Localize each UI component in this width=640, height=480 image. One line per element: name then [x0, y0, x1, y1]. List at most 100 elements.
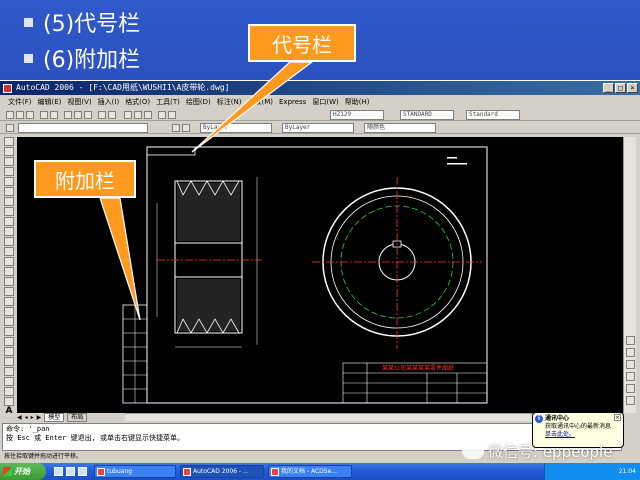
cut-icon[interactable] — [64, 111, 72, 119]
gradient-icon[interactable] — [4, 287, 14, 296]
dim-radius-icon[interactable] — [626, 360, 635, 369]
taskbar-item-label: AutoCAD 2006 - ... — [193, 468, 249, 475]
window-controls: _ □ × — [603, 83, 638, 93]
insert-block-icon[interactable] — [4, 247, 14, 256]
clock[interactable]: 21:04 — [619, 468, 636, 475]
tab-next-arrow[interactable]: ▸ — [31, 414, 34, 421]
menu-help[interactable]: 帮助(H) — [345, 96, 370, 108]
taskbar: 开始 tubuang AutoCAD 2006 - ... 我的文档 - ACD… — [0, 463, 640, 480]
menu-file[interactable]: 文件(F) — [8, 96, 32, 108]
revcloud-icon[interactable] — [4, 207, 14, 216]
point-icon[interactable] — [4, 267, 14, 276]
line-icon[interactable] — [4, 137, 14, 146]
layer-select[interactable] — [18, 123, 148, 133]
linetype-select[interactable]: ByLayer — [282, 123, 354, 133]
print-icon[interactable] — [40, 111, 48, 119]
bullet-text: (5)代号栏 — [43, 12, 141, 37]
layer-manager-icon[interactable] — [6, 124, 14, 132]
text-style-select[interactable]: HZ129 — [330, 110, 384, 120]
polyline-icon[interactable] — [4, 157, 14, 166]
trim-icon[interactable] — [4, 397, 14, 406]
design-center-icon[interactable] — [168, 111, 176, 119]
taskbar-item-label: tubuang — [107, 468, 133, 475]
minimize-button[interactable]: _ — [603, 83, 614, 93]
properties-icon[interactable] — [158, 111, 166, 119]
copy-object-icon[interactable] — [4, 327, 14, 336]
layer-previous-icon[interactable] — [182, 124, 190, 132]
menu-view[interactable]: 视图(V) — [67, 96, 91, 108]
make-current-icon[interactable] — [172, 124, 180, 132]
scale-icon[interactable] — [4, 387, 14, 396]
dim-aligned-icon[interactable] — [626, 348, 635, 357]
zoom-window-icon[interactable] — [144, 111, 152, 119]
menu-edit[interactable]: 编辑(E) — [38, 96, 62, 108]
pan-icon[interactable] — [124, 111, 132, 119]
move-icon[interactable] — [4, 367, 14, 376]
quicklaunch-desktop-icon[interactable] — [66, 467, 75, 476]
dim-angle-icon[interactable] — [626, 384, 635, 393]
wechat-watermark: 微信号: eppeople — [462, 440, 612, 462]
region-icon[interactable] — [4, 297, 14, 306]
menu-format[interactable]: 格式(O) — [125, 96, 150, 108]
quicklaunch-ie-icon[interactable] — [54, 467, 63, 476]
taskbar-item-acdsee[interactable]: 我的文档 - ACDSe... — [268, 465, 352, 478]
save-icon[interactable] — [26, 111, 34, 119]
taskbar-item-tubuang[interactable]: tubuang — [94, 465, 176, 478]
multiline-text-icon[interactable]: A — [4, 407, 14, 416]
zoom-icon[interactable] — [134, 111, 142, 119]
array-icon[interactable] — [4, 357, 14, 366]
tab-last-arrow[interactable]: ▶ — [37, 414, 42, 421]
maximize-button[interactable]: □ — [615, 83, 626, 93]
dim-leader-icon[interactable] — [626, 396, 635, 405]
dim-style-select[interactable]: STANDARD — [400, 110, 454, 120]
dim-linear-icon[interactable] — [626, 336, 635, 345]
spline-icon[interactable] — [4, 217, 14, 226]
tab-first-arrow[interactable]: ◀ — [17, 414, 22, 421]
menu-express[interactable]: Express — [279, 96, 306, 108]
copy-icon[interactable] — [74, 111, 82, 119]
lineweight-select[interactable]: 随颜色 — [364, 123, 436, 133]
paste-icon[interactable] — [84, 111, 92, 119]
tab-model[interactable]: 模型 — [44, 412, 65, 422]
polygon-icon[interactable] — [4, 167, 14, 176]
arc-icon[interactable] — [4, 187, 14, 196]
make-block-icon[interactable] — [4, 257, 14, 266]
tab-layout[interactable]: 布局 — [67, 412, 88, 422]
menu-insert[interactable]: 插入(I) — [98, 96, 120, 108]
circle-icon[interactable] — [4, 197, 14, 206]
close-button[interactable]: × — [627, 83, 638, 93]
mirror-icon[interactable] — [4, 337, 14, 346]
balloon-title: 通讯中心 — [545, 415, 570, 422]
ellipse-icon[interactable] — [4, 227, 14, 236]
open-file-icon[interactable] — [16, 111, 24, 119]
tab-prev-arrow[interactable]: ◂ — [25, 414, 28, 421]
undo-icon[interactable] — [98, 111, 106, 119]
window-titlebar[interactable]: AutoCAD 2006 - [F:\CAD用纸\WUSHI1\A皮带轮.dwg… — [0, 81, 640, 95]
table-icon[interactable] — [4, 307, 14, 316]
menu-draw[interactable]: 绘图(D) — [186, 96, 211, 108]
preview-icon[interactable] — [50, 111, 58, 119]
balloon-close-button[interactable]: × — [614, 414, 621, 421]
taskbar-item-autocad[interactable]: AutoCAD 2006 - ... — [180, 465, 264, 478]
balloon-link[interactable]: 单击此处。 — [545, 431, 619, 439]
start-button[interactable]: 开始 — [0, 463, 46, 480]
rotate-icon[interactable] — [4, 377, 14, 386]
quicklaunch-media-icon[interactable] — [78, 467, 87, 476]
erase-icon[interactable] — [4, 317, 14, 326]
dim-diameter-icon[interactable] — [626, 372, 635, 381]
menu-dimension[interactable]: 标注(N) — [217, 96, 242, 108]
menu-tools[interactable]: 工具(T) — [156, 96, 180, 108]
draw-toolbar: A — [2, 137, 16, 427]
new-file-icon[interactable] — [6, 111, 14, 119]
hatch-icon[interactable] — [4, 277, 14, 286]
info-icon: i — [535, 415, 543, 423]
color-select[interactable]: ByLayer — [200, 123, 272, 133]
menu-window[interactable]: 窗口(W) — [312, 96, 338, 108]
table-style-select[interactable]: Standard — [466, 110, 520, 120]
ellipse-arc-icon[interactable] — [4, 237, 14, 246]
redo-icon[interactable] — [108, 111, 116, 119]
rectangle-icon[interactable] — [4, 177, 14, 186]
offset-icon[interactable] — [4, 347, 14, 356]
menu-modify[interactable]: 修改(M) — [247, 96, 273, 108]
construction-line-icon[interactable] — [4, 147, 14, 156]
